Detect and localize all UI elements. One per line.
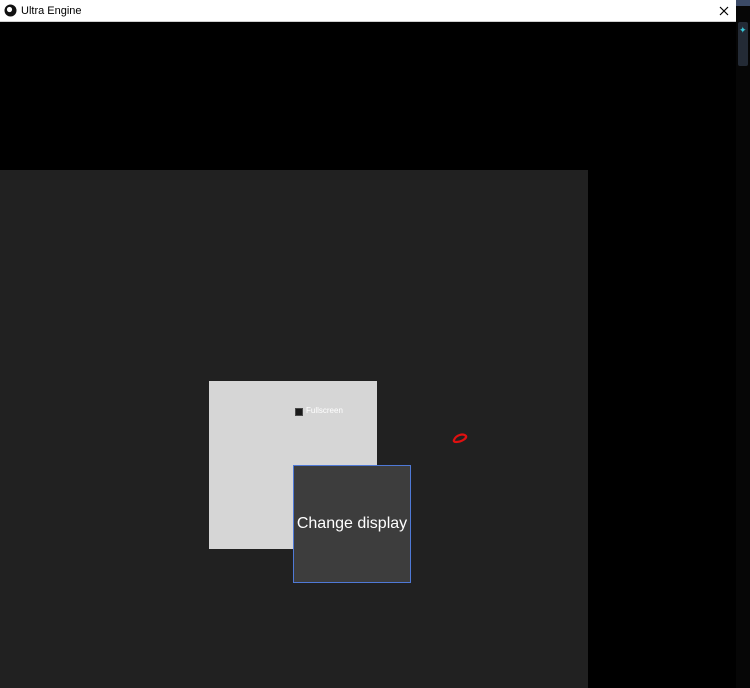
- background-window-bar: [736, 0, 750, 6]
- app-window: Ultra Engine ✦ Fullscreen Change display: [0, 0, 750, 688]
- background-window-edge: ✦: [736, 0, 750, 688]
- window-title: Ultra Engine: [21, 5, 82, 17]
- close-icon: [719, 6, 729, 16]
- fullscreen-label[interactable]: Fullscreen: [306, 406, 343, 416]
- change-display-button[interactable]: Change display: [293, 465, 411, 583]
- red-cursor-mark: [452, 433, 468, 444]
- close-button[interactable]: [712, 0, 736, 22]
- title-bar[interactable]: Ultra Engine: [0, 0, 736, 22]
- app-logo-icon: [4, 4, 17, 17]
- background-glyph-icon: ✦: [739, 26, 747, 36]
- fullscreen-checkbox[interactable]: [295, 408, 303, 416]
